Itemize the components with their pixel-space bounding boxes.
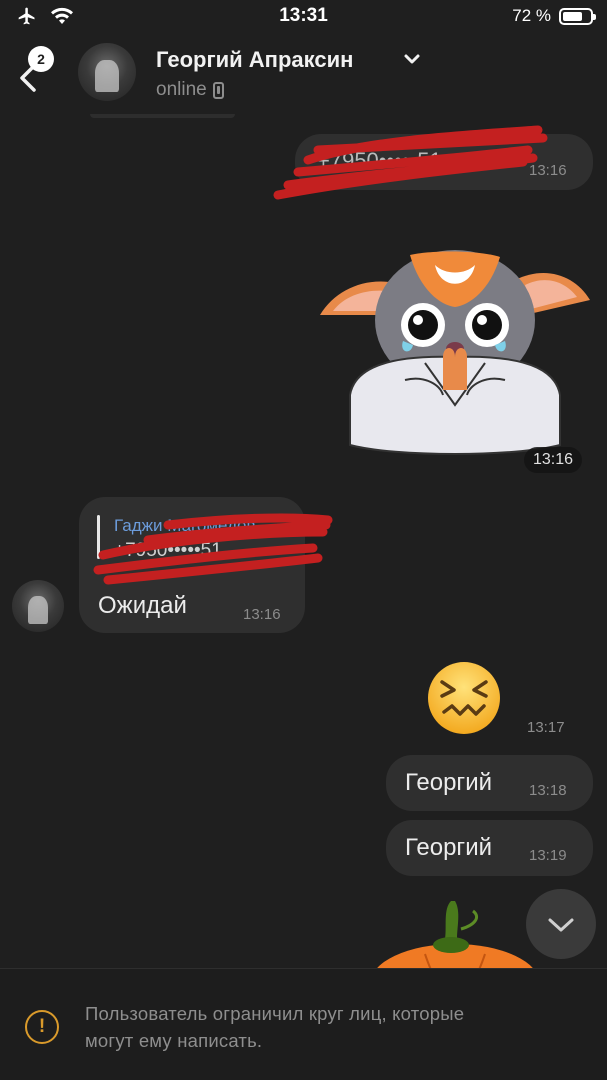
- message-time: 13:19: [529, 847, 567, 864]
- sticker-crying-cat[interactable]: [315, 245, 595, 455]
- scroll-down-button[interactable]: [526, 889, 596, 959]
- redaction-scribble: [93, 513, 333, 585]
- message-bubble-out[interactable]: Георгий 13:18: [386, 755, 593, 811]
- battery-fill: [563, 11, 582, 21]
- battery-icon: [559, 7, 596, 25]
- sender-avatar[interactable]: [12, 580, 64, 632]
- status-bar: 13:31 72 %: [0, 0, 607, 34]
- mobile-icon: [212, 81, 224, 99]
- contact-avatar[interactable]: [78, 43, 136, 101]
- message-text: Ожидай: [98, 592, 187, 619]
- restriction-line-2: могут ему написать.: [85, 1030, 263, 1051]
- battery-percent: 72 %: [512, 6, 551, 25]
- chat-header: 2 Георгий Апраксин online: [0, 34, 607, 114]
- status-label: online: [156, 79, 207, 100]
- unread-badge: 2: [28, 46, 54, 72]
- restriction-bar: ! Пользователь ограничил круг лиц, котор…: [0, 968, 607, 1080]
- redaction-scribble: [273, 125, 548, 200]
- message-time: 13:16: [243, 606, 281, 623]
- chevron-down-icon: [548, 918, 574, 932]
- message-time: 13:18: [529, 782, 567, 799]
- message-bubble-out[interactable]: Георгий 13:19: [386, 820, 593, 876]
- status-icons-right: 72 %: [512, 6, 596, 26]
- previous-bubble-edge: [90, 114, 235, 118]
- contact-name[interactable]: Георгий Апраксин: [156, 47, 353, 73]
- chevron-down-icon[interactable]: [403, 53, 421, 65]
- exclamation-circle-icon: !: [25, 1010, 59, 1044]
- sticker-pumpkin[interactable]: [365, 899, 545, 969]
- restriction-message: Пользователь ограничил круг лиц, которые…: [85, 1000, 585, 1054]
- message-text: Георгий: [405, 834, 492, 861]
- message-text: Георгий: [405, 769, 492, 796]
- contact-status: online: [156, 79, 224, 101]
- confounded-face-emoji[interactable]: [426, 660, 502, 736]
- restriction-line-1: Пользователь ограничил круг лиц, которые: [85, 1003, 465, 1024]
- sticker-time: 13:16: [524, 447, 583, 473]
- emoji-time: 13:17: [527, 719, 565, 736]
